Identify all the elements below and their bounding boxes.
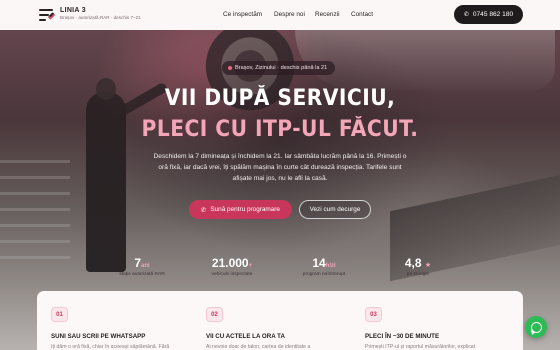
whatsapp-icon <box>530 321 542 333</box>
location-badge: Brașov, Zizinului · deschis până la 21 <box>222 61 336 75</box>
nav-link-despre-noi[interactable]: Despre noi <box>274 11 305 18</box>
phone-icon: ✆ <box>201 206 207 214</box>
see-how-it-works-button[interactable]: Vezi cum decurge <box>299 200 371 219</box>
stat-hours-unit: h/zi <box>325 263 336 269</box>
steps-panel: 01 SUNI SAU SCRII PE WHATSAPP Îți dăm o … <box>37 291 523 350</box>
location-text: Brașov, Zizinului · deschis până la 21 <box>235 65 328 71</box>
stat-years-unit: ani <box>141 263 150 269</box>
step-card: 03 PLECI ÎN ~30 DE MINUTE Primești ITP-u… <box>365 307 505 350</box>
hero-title-line-2: PLECI CU ITP-UL FĂCUT. <box>141 117 419 142</box>
nav-link-ce-inspectam[interactable]: Ce inspectăm <box>223 11 262 18</box>
stat-years-value: 7 <box>134 256 141 270</box>
step-card: 02 VII CU ACTELE LA ORA TA Ai nevoie doa… <box>206 307 346 350</box>
stat-hours-value: 14 <box>312 256 326 270</box>
stat-vehicles-label: vehicule inspectate <box>211 272 253 277</box>
phone-icon: ✆ <box>463 12 469 18</box>
phone-number: 0745 862 180 <box>472 11 514 18</box>
step-title: PLECI ÎN ~30 DE MINUTE <box>365 333 440 340</box>
step-number: 01 <box>51 307 68 322</box>
star-icon: ★ <box>424 262 432 269</box>
step-title: SUNI SAU SCRII PE WHATSAPP <box>51 333 146 340</box>
brand-name: LINIA 3 <box>60 7 86 14</box>
stat-rating-label: pe Google <box>406 272 430 277</box>
stat-years: 7ani stație autorizată RAR <box>110 256 174 277</box>
hero-description: Deschidem la 7 dimineața și închidem la … <box>153 153 407 182</box>
step-text: Îți dăm o oră fixă, chiar în aceeași săp… <box>51 344 170 350</box>
stat-vehicles: 21.000+ vehicule inspectate <box>200 256 264 277</box>
stat-rating: 4,8 ★ pe Google <box>386 256 450 277</box>
whatsapp-button[interactable] <box>525 316 547 338</box>
stat-vehicles-unit: + <box>248 263 253 269</box>
step-number: 02 <box>206 307 223 322</box>
step-text: Primești ITP-ul și raportul măsurătorilo… <box>365 344 476 350</box>
site-header: LINIA 3 Brașov · autorizată RAR · deschi… <box>0 0 560 30</box>
stat-years-label: stație autorizată RAR <box>119 272 165 277</box>
call-for-booking-label: Sună pentru programare <box>210 206 280 213</box>
hero-title-line-1: VII DUPĂ SERVICIU, <box>164 86 396 111</box>
checklist-logo-icon[interactable] <box>39 8 56 22</box>
stat-hours: 14h/zi program neîntrerupt <box>292 256 356 277</box>
step-card: 01 SUNI SAU SCRII PE WHATSAPP Îți dăm o … <box>51 307 191 350</box>
location-dot-icon <box>228 66 232 70</box>
nav-link-recenzii[interactable]: Recenzii <box>315 11 340 18</box>
stat-vehicles-value: 21.000 <box>211 256 249 270</box>
phone-button[interactable]: ✆ 0745 862 180 <box>454 5 523 24</box>
nav-link-contact[interactable]: Contact <box>351 11 373 18</box>
call-for-booking-button[interactable]: ✆ Sună pentru programare <box>189 200 292 219</box>
stat-rating-value: 4,8 <box>404 256 422 270</box>
brand[interactable]: LINIA 3 Brașov · autorizată RAR · deschi… <box>60 7 141 20</box>
brand-subtitle: Brașov · autorizată RAR · deschis 7–21 <box>60 15 141 20</box>
step-text: Ai nevoie doar de talon, cartea de ident… <box>206 344 311 350</box>
stat-hours-label: program neîntrerupt <box>302 272 346 277</box>
step-title: VII CU ACTELE LA ORA TA <box>206 333 285 340</box>
step-number: 03 <box>365 307 382 322</box>
